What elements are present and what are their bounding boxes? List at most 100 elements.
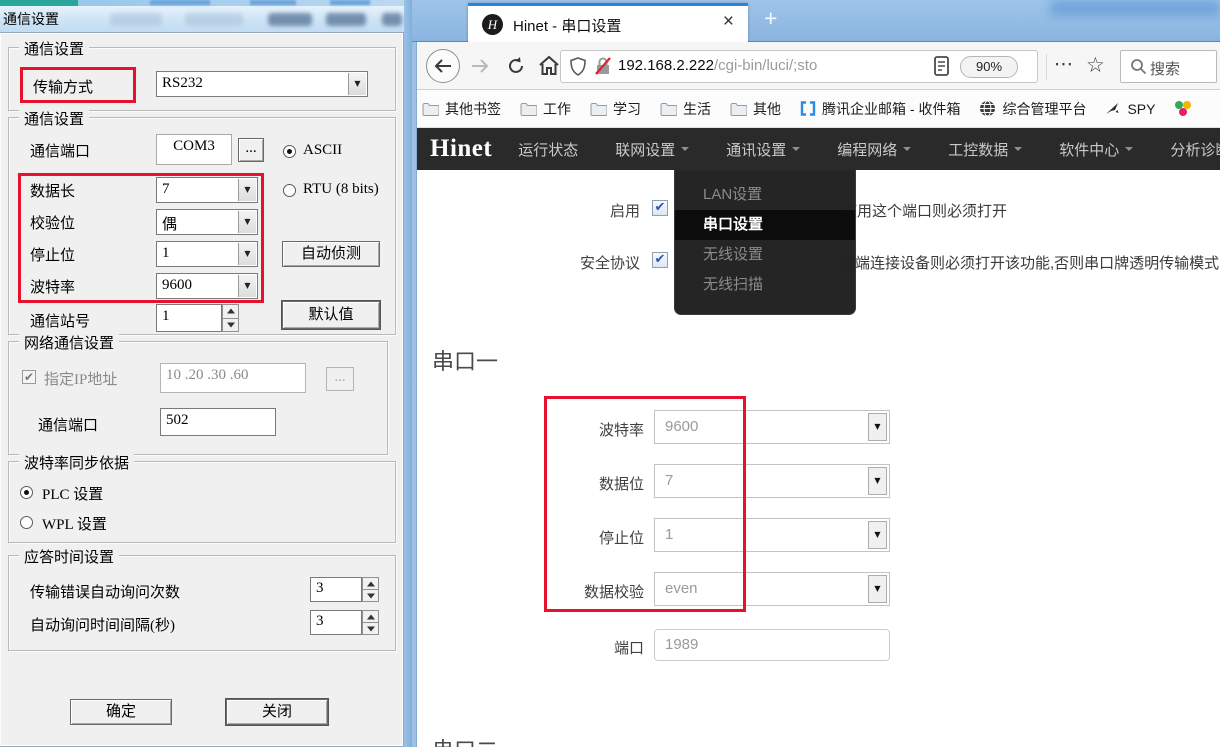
enable-checkbox[interactable]: ✔ [652,200,668,216]
dart-icon [1105,101,1121,117]
nav-item-comm-settings[interactable]: 通讯设置 [726,139,800,160]
ascii-radio[interactable] [283,145,296,158]
spin-up-icon[interactable] [222,304,239,319]
menu-item-serial[interactable]: 串口设置 [675,210,855,240]
station-number-input[interactable]: 1 [156,304,222,332]
plc-setting-radio[interactable] [20,486,33,499]
spin-down-icon[interactable] [362,590,379,602]
chevron-down-icon [903,147,911,151]
shield-icon[interactable] [570,57,586,76]
forward-icon[interactable] [470,58,490,74]
bookmark-tencent-mail[interactable]: 腾讯企业邮箱 - 收件箱 [800,99,960,119]
stop-bits-select[interactable]: 1 ▼ [654,518,890,552]
serial-port-1-heading: 串口一 [432,344,498,376]
ip-address-input[interactable]: 10 .20 .30 .60 [160,363,306,393]
home-icon[interactable] [538,55,560,76]
browser-window: H Hinet - 串口设置 × + 192.168.2.2 [412,0,1220,747]
menu-item-wireless-scan[interactable]: 无线扫描 [675,270,855,300]
spin-up-icon[interactable] [362,610,379,623]
network-group-title: 网络通信设置 [19,332,119,353]
chevron-down-icon [1014,147,1022,151]
bookmark-folder-other-bookmarks[interactable]: 其他书签 [422,99,501,119]
dropdown-arrow-icon[interactable]: ▼ [238,179,256,201]
menu-item-lan[interactable]: LAN设置 [675,180,855,210]
retry-count-label: 传输错误自动询问次数 [30,581,180,602]
transfer-mode-select[interactable]: RS232 ▼ [156,71,368,97]
retry-count-stepper[interactable] [362,577,379,602]
ok-button[interactable]: 确定 [70,699,172,725]
bookmark-folder-work[interactable]: 工作 [520,99,571,119]
interval-input[interactable]: 3 [310,610,362,635]
dialog-titlebar[interactable]: 通信设置 [0,0,412,32]
stop-bit-label: 停止位 [30,244,75,265]
folder-icon [590,102,607,116]
zoom-level-badge[interactable]: 90% [960,56,1018,78]
page-actions-icon[interactable]: ⋯ [1054,53,1074,76]
baud-rate-select[interactable]: 9600 ▼ [156,273,258,299]
url-text[interactable]: 192.168.2.222/cgi-bin/luci/;sto [618,57,817,74]
nav-item-industrial-data[interactable]: 工控数据 [948,139,1022,160]
nav-item-software-center[interactable]: 软件中心 [1059,139,1133,160]
default-values-button[interactable]: 默认值 [282,301,380,329]
spin-up-icon[interactable] [362,577,379,590]
data-parity-select[interactable]: even ▼ [654,572,890,606]
rtu-radio[interactable] [283,184,296,197]
retry-count-input[interactable]: 3 [310,577,362,602]
interval-stepper[interactable] [362,610,379,635]
insecure-lock-icon[interactable] [594,56,612,76]
nav-item-network-settings[interactable]: 联网设置 [615,139,689,160]
specify-ip-checkbox[interactable]: ✔ [22,370,36,384]
bookmark-folder-misc[interactable]: 其他 [730,99,781,119]
reader-mode-icon[interactable] [934,56,949,76]
bookmark-spy[interactable]: SPY [1105,101,1155,117]
port-input-web[interactable]: 1989 [654,629,890,661]
comm-port-value: COM3 [156,134,232,165]
nav-item-programming[interactable]: 编程网络 [837,139,911,160]
parity-select[interactable]: 偶 ▼ [156,209,258,235]
spin-down-icon[interactable] [362,623,379,635]
dropdown-arrow-icon[interactable]: ▼ [868,521,887,549]
bookmark-folder-study[interactable]: 学习 [590,99,641,119]
dropdown-arrow-icon[interactable]: ▼ [238,211,256,233]
bookmark-folder-life[interactable]: 生活 [660,99,711,119]
reload-icon[interactable] [506,56,526,76]
serial-port-2-heading: 串口二 [432,733,498,747]
chevron-down-icon [1125,147,1133,151]
chevron-down-icon [681,147,689,151]
bookmark-colorful[interactable] [1174,100,1192,117]
nav-item-diagnostics[interactable]: 分析诊断 [1170,139,1220,160]
bookmark-star-icon[interactable]: ☆ [1086,53,1105,78]
network-port-input[interactable]: 502 [160,408,276,436]
dropdown-arrow-icon[interactable]: ▼ [238,243,256,265]
nav-item-status[interactable]: 运行状态 [518,139,578,160]
back-icon[interactable] [433,58,453,74]
data-length-select[interactable]: 7 ▼ [156,177,258,203]
folder-icon [660,102,677,116]
baud-rate-select-web[interactable]: 9600 ▼ [654,410,890,444]
bookmark-management-platform[interactable]: 综合管理平台 [979,99,1086,119]
browser-window-border [412,42,417,747]
autodetect-button[interactable]: 自动侦测 [282,241,380,267]
menu-item-wireless[interactable]: 无线设置 [675,240,855,270]
close-button[interactable]: 关闭 [226,699,328,725]
comm-port-browse-button[interactable]: ... [238,138,264,162]
dropdown-arrow-icon[interactable]: ▼ [868,575,887,603]
dropdown-arrow-icon[interactable]: ▼ [868,467,887,495]
window-border [404,0,412,747]
browser-tab[interactable]: H Hinet - 串口设置 × [468,3,748,42]
new-tab-button[interactable]: + [764,5,777,32]
station-number-stepper[interactable] [222,304,239,332]
tab-close-icon[interactable]: × [723,11,734,33]
parity-label: 校验位 [30,212,75,233]
dropdown-arrow-icon[interactable]: ▼ [238,275,256,297]
data-bits-select[interactable]: 7 ▼ [654,464,890,498]
dropdown-arrow-icon[interactable]: ▼ [348,73,366,95]
blurred-background-item [326,13,366,26]
network-group: 网络通信设置 [8,341,388,455]
security-protocol-checkbox[interactable]: ✔ [652,252,668,268]
wpl-setting-radio[interactable] [20,516,33,529]
stop-bit-select[interactable]: 1 ▼ [156,241,258,267]
dropdown-arrow-icon[interactable]: ▼ [868,413,887,441]
site-logo[interactable]: Hinet [430,135,492,163]
spin-down-icon[interactable] [222,319,239,333]
